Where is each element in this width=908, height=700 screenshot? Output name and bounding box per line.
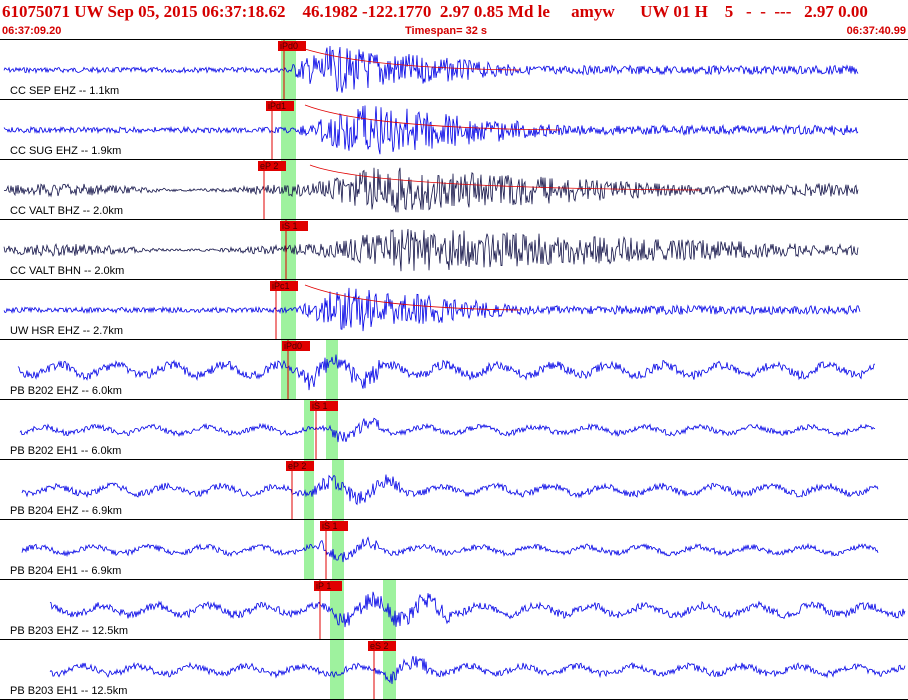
- coda-curve: [304, 104, 561, 131]
- waveform: [3, 287, 861, 332]
- trace-row[interactable]: iP 1: [0, 580, 908, 640]
- pick-label: iPd0: [284, 341, 302, 351]
- waveform: [21, 536, 879, 563]
- trace-row[interactable]: iPd1: [0, 100, 908, 160]
- pick-label: iS 1: [282, 221, 298, 231]
- channel-label: PB B202 EH1 -- 6.0km: [10, 445, 122, 457]
- trace-row[interactable]: iS 1: [0, 220, 908, 280]
- seismogram-panel[interactable]: iPd0 iPd1 eP 2 iS 1 iPc1 iPd0 iS 1 eP 2 iS 1 iP 1…: [0, 40, 908, 700]
- channel-label: PB B203 EH1 -- 12.5km: [10, 685, 128, 697]
- channel-label: PB B204 EHZ -- 6.9km: [10, 505, 122, 517]
- s-window: [326, 340, 338, 400]
- pick-label: iS 1: [312, 401, 328, 411]
- waveform: [49, 591, 906, 628]
- channel-label: PB B204 EH1 -- 6.9km: [10, 565, 122, 577]
- start-time: 06:37:09.20: [2, 25, 62, 37]
- trace-row[interactable]: iPd0: [0, 340, 908, 400]
- pick-label: iPd0: [280, 41, 298, 51]
- trace-row[interactable]: eS 2: [0, 640, 908, 700]
- pick-label: iPd1: [268, 101, 286, 111]
- pick-label: eP 2: [260, 161, 278, 171]
- timespan-label: Timespan= 32 s: [405, 25, 488, 37]
- s-window: [332, 460, 344, 520]
- traces-svg: iPd0 iPd1 eP 2 iS 1 iPc1 iPd0 iS 1 eP 2 iS 1 iP 1…: [0, 40, 908, 700]
- trace-row[interactable]: eP 2: [0, 160, 908, 220]
- pick-label: iP 1: [316, 581, 331, 591]
- waveform: [21, 474, 879, 506]
- waveform: [3, 105, 859, 155]
- channel-label: CC SUG EHZ -- 1.9km: [10, 145, 122, 157]
- channel-label: CC VALT BHZ -- 2.0km: [10, 205, 124, 217]
- trace-row[interactable]: eP 2: [0, 460, 908, 520]
- trace-row[interactable]: iS 1: [0, 520, 908, 580]
- waveform: [3, 228, 859, 272]
- channel-label: CC SEP EHZ -- 1.1km: [10, 85, 120, 97]
- pick-label: iS 1: [322, 521, 338, 531]
- pick-label: eS 2: [370, 641, 389, 651]
- channel-label: UW HSR EHZ -- 2.7km: [10, 325, 124, 337]
- channel-label: CC VALT BHN -- 2.0km: [10, 265, 125, 277]
- channel-label: PB B202 EHZ -- 6.0km: [10, 385, 122, 397]
- waveform: [49, 655, 906, 685]
- header: 61075071 UW Sep 05, 2015 06:37:18.62 46.…: [0, 0, 908, 40]
- waveform: [3, 167, 859, 213]
- channel-label: PB B203 EHZ -- 12.5km: [10, 625, 128, 637]
- trace-row[interactable]: iPd0: [0, 40, 908, 100]
- waveform: [19, 417, 876, 443]
- pick-label: eP 2: [288, 461, 306, 471]
- waveform: [3, 45, 859, 93]
- waveform: [17, 354, 876, 391]
- pick-label: iPc1: [272, 281, 290, 291]
- trace-row[interactable]: iS 1: [0, 400, 908, 460]
- event-title: 61075071 UW Sep 05, 2015 06:37:18.62 46.…: [2, 2, 868, 21]
- p-window: [330, 640, 344, 700]
- trace-row[interactable]: iPc1: [0, 280, 908, 340]
- end-time: 06:37:40.99: [846, 25, 906, 37]
